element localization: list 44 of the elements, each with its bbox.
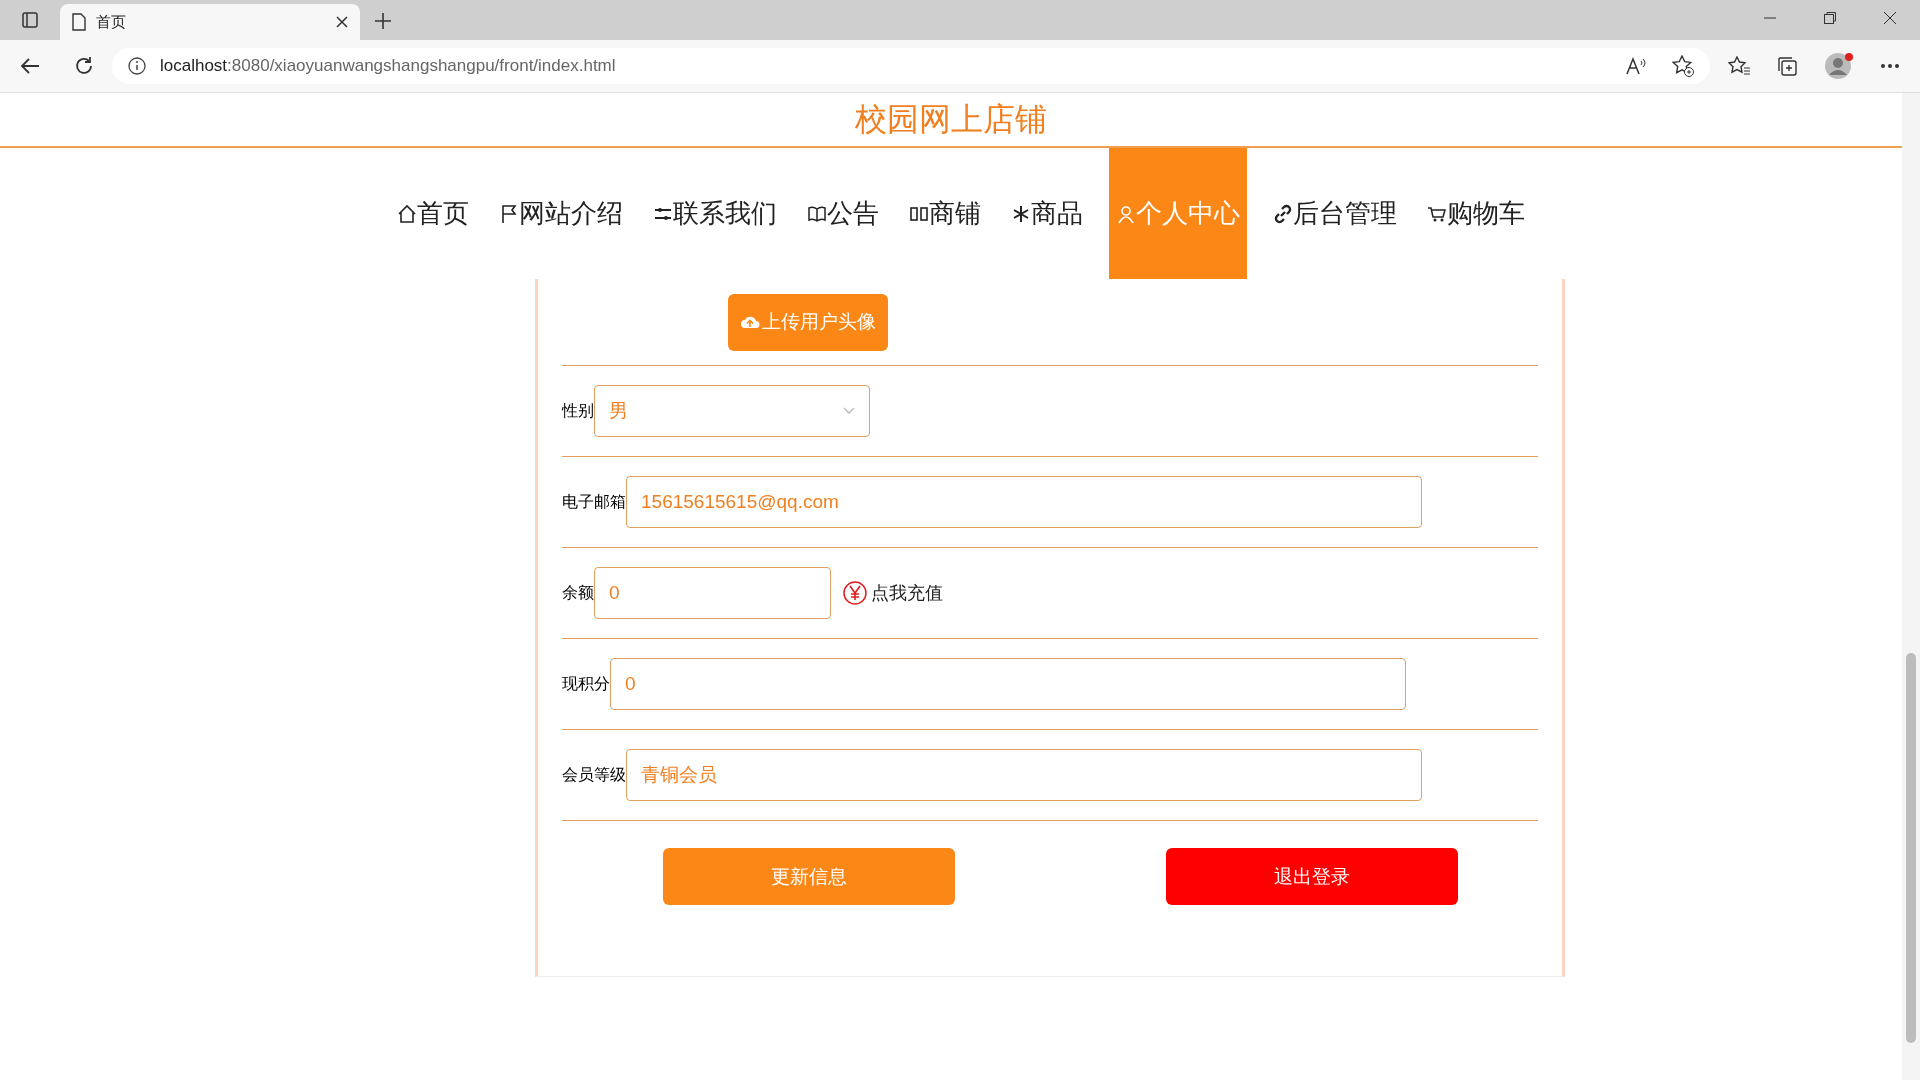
home-icon xyxy=(397,203,417,224)
link-icon xyxy=(1273,203,1293,224)
nav-link[interactable]: 购物车 xyxy=(1423,148,1529,279)
favorites-icon[interactable] xyxy=(1728,56,1750,76)
reload-icon[interactable] xyxy=(74,56,94,76)
nav-link[interactable]: 网站介绍 xyxy=(495,148,627,279)
field-label: 会员等级 xyxy=(562,764,626,785)
back-icon[interactable] xyxy=(20,57,40,75)
scrollbar-thumb[interactable] xyxy=(1906,653,1916,1043)
close-icon[interactable] xyxy=(336,16,348,28)
site-title: 校园网上店铺 xyxy=(855,99,1047,139)
logout-button[interactable]: 退出登录 xyxy=(1166,848,1458,905)
nav-link[interactable]: 商品 xyxy=(1007,148,1087,279)
field-label: 现积分 xyxy=(562,673,610,694)
nav-link[interactable]: 商铺 xyxy=(905,148,985,279)
nav-link[interactable]: 联系我们 xyxy=(649,148,781,279)
flag-icon xyxy=(499,203,519,224)
snowflake-icon xyxy=(1011,203,1031,224)
sidebar-icon[interactable] xyxy=(22,12,38,28)
yen-icon xyxy=(843,581,867,605)
restore-icon[interactable] xyxy=(1824,12,1836,24)
nav-link[interactable]: 后台管理 xyxy=(1269,148,1401,279)
field-label: 电子邮箱 xyxy=(562,491,626,512)
address-bar[interactable]: localhost:8080/xiaoyuanwangshangshangpu/front/index.html xyxy=(112,48,1710,84)
read-aloud-icon[interactable] xyxy=(1626,57,1646,75)
profile-avatar-icon[interactable] xyxy=(1824,52,1854,80)
more-icon[interactable] xyxy=(1880,63,1900,69)
nav-link[interactable]: 首页 xyxy=(393,148,473,279)
url-text: localhost:8080/xiaoyuanwangshangshangpu/front/index.html xyxy=(160,56,616,76)
nav-link[interactable]: 公告 xyxy=(803,148,883,279)
browser-tab[interactable]: 首页 xyxy=(60,4,360,40)
new-tab-icon[interactable] xyxy=(374,12,392,30)
page-icon xyxy=(72,13,86,31)
user-icon xyxy=(1116,203,1136,224)
chevron-down-icon xyxy=(843,407,855,415)
star-add-icon[interactable] xyxy=(1672,55,1694,77)
collections-icon[interactable] xyxy=(1776,55,1798,77)
info-icon xyxy=(128,57,146,75)
field-label: 性别 xyxy=(562,400,594,421)
close-icon[interactable] xyxy=(1884,12,1896,24)
book-icon xyxy=(807,203,827,224)
recharge-link[interactable]: 点我充值 xyxy=(843,581,943,605)
cloud-upload-icon xyxy=(740,314,760,330)
field-label: 余额 xyxy=(562,582,594,603)
